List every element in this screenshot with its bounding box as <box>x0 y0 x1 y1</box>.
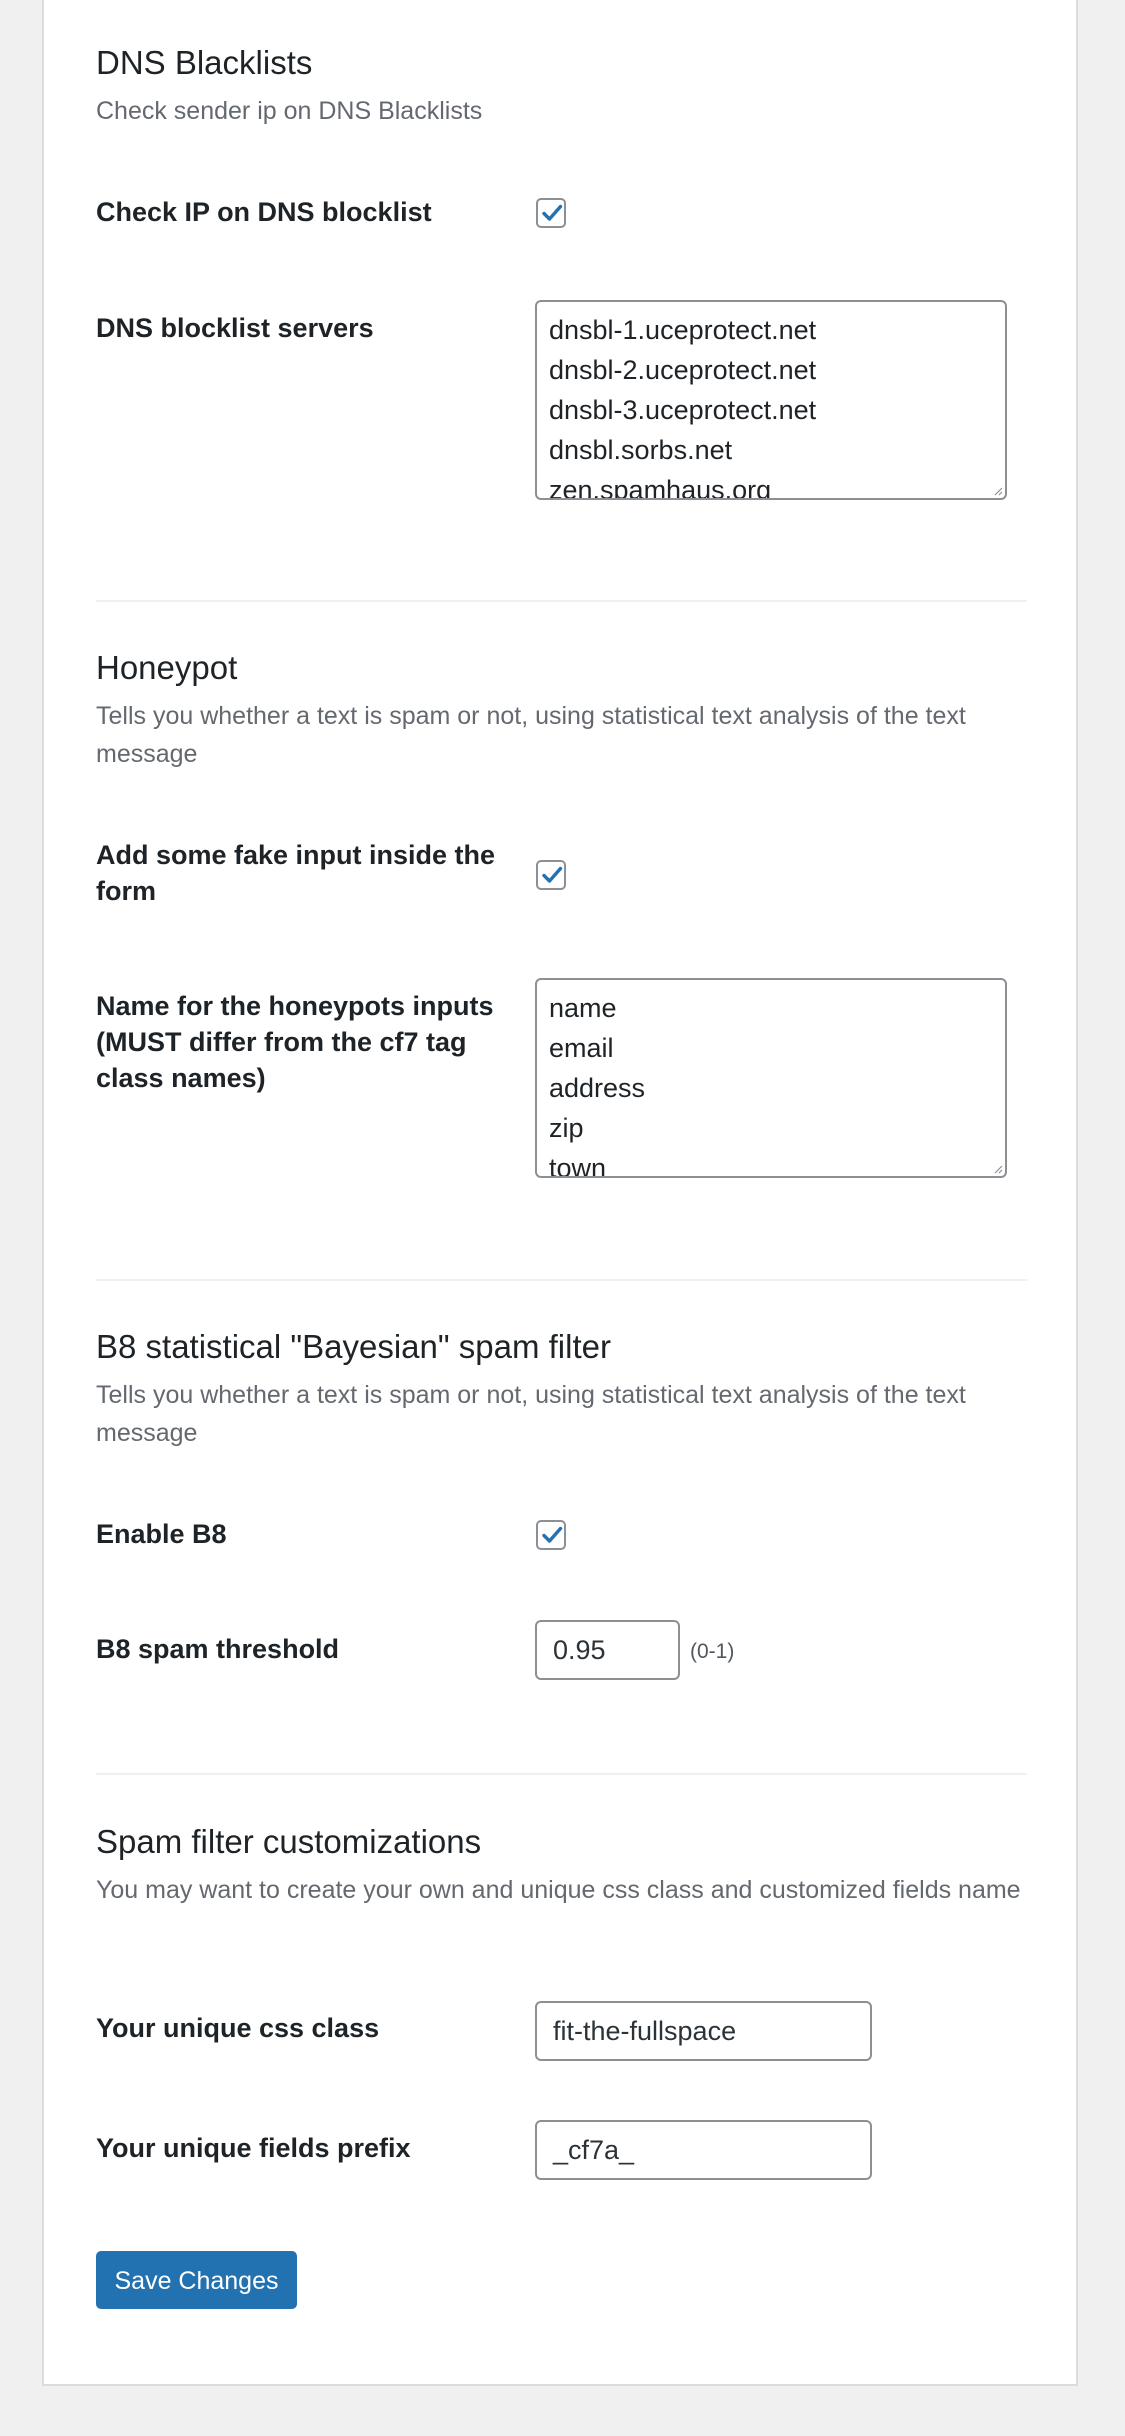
css-class-label: Your unique css class <box>96 2013 380 2043</box>
enable-b8-checkbox[interactable] <box>536 1520 566 1550</box>
section-title-customizations: Spam filter customizations <box>96 1823 482 1860</box>
check-ip-checkbox[interactable] <box>536 198 566 228</box>
dnsbl-servers-textarea[interactable]: dnsbl-1.uceprotect.net dnsbl-2.uceprotec… <box>535 300 1007 500</box>
b8-threshold-label: B8 spam threshold <box>96 1634 340 1664</box>
checkmark-icon <box>542 866 563 883</box>
section-title-b8: B8 statistical "Bayesian" spam filter <box>96 1328 611 1365</box>
checkmark-icon <box>542 204 563 221</box>
b8-threshold-input[interactable]: 0.95 <box>535 1620 680 1680</box>
section-description-honeypot: Tells you whether a text is spam or not,… <box>96 702 966 768</box>
enable-b8-label: Enable B8 <box>96 1519 227 1549</box>
honeypot-name-line: name <box>549 993 617 1023</box>
dnsbl-server-line: dnsbl.sorbs.net <box>549 435 733 465</box>
honeypot-name-line: address <box>549 1073 646 1103</box>
resize-grip-icon[interactable] <box>991 484 1003 496</box>
b8-threshold-hint: (0-1) <box>690 1640 735 1663</box>
section-divider <box>96 600 1027 602</box>
resize-grip-icon[interactable] <box>991 1162 1003 1174</box>
honeypot-name-line: town <box>549 1153 607 1178</box>
section-divider <box>96 1279 1027 1281</box>
fake-input-checkbox[interactable] <box>536 860 566 890</box>
fields-prefix-input[interactable]: _cf7a_ <box>535 2120 872 2180</box>
css-class-input[interactable]: fit-the-fullspace <box>535 2001 872 2061</box>
save-changes-button[interactable]: Save Changes <box>96 2251 297 2309</box>
section-description-customizations: You may want to create your own and uniq… <box>96 1876 1021 1904</box>
honeypot-names-textarea[interactable]: name email address zip town <box>535 978 1007 1178</box>
dnsbl-server-line: zen.spamhaus.org <box>549 475 772 500</box>
honeypot-names-label: Name for the honeypots inputs (MUST diff… <box>96 991 494 1093</box>
fake-input-label: Add some fake input inside the form <box>96 840 496 906</box>
checkmark-icon <box>542 1526 563 1543</box>
dnsbl-servers-label: DNS blocklist servers <box>96 313 374 343</box>
dnsbl-server-line: dnsbl-1.uceprotect.net <box>549 315 817 345</box>
honeypot-name-line: zip <box>549 1113 584 1143</box>
dnsbl-server-line: dnsbl-3.uceprotect.net <box>549 395 817 425</box>
section-title-dnsbl: DNS Blacklists <box>96 44 313 81</box>
dnsbl-server-line: dnsbl-2.uceprotect.net <box>549 355 817 385</box>
section-description-dnsbl: Check sender ip on DNS Blacklists <box>96 97 483 125</box>
honeypot-name-line: email <box>549 1033 614 1063</box>
fields-prefix-label: Your unique fields prefix <box>96 2133 411 2163</box>
check-ip-label: Check IP on DNS blocklist <box>96 197 432 227</box>
section-description-b8: Tells you whether a text is spam or not,… <box>96 1381 966 1447</box>
section-divider <box>96 1773 1027 1775</box>
section-title-honeypot: Honeypot <box>96 649 238 686</box>
